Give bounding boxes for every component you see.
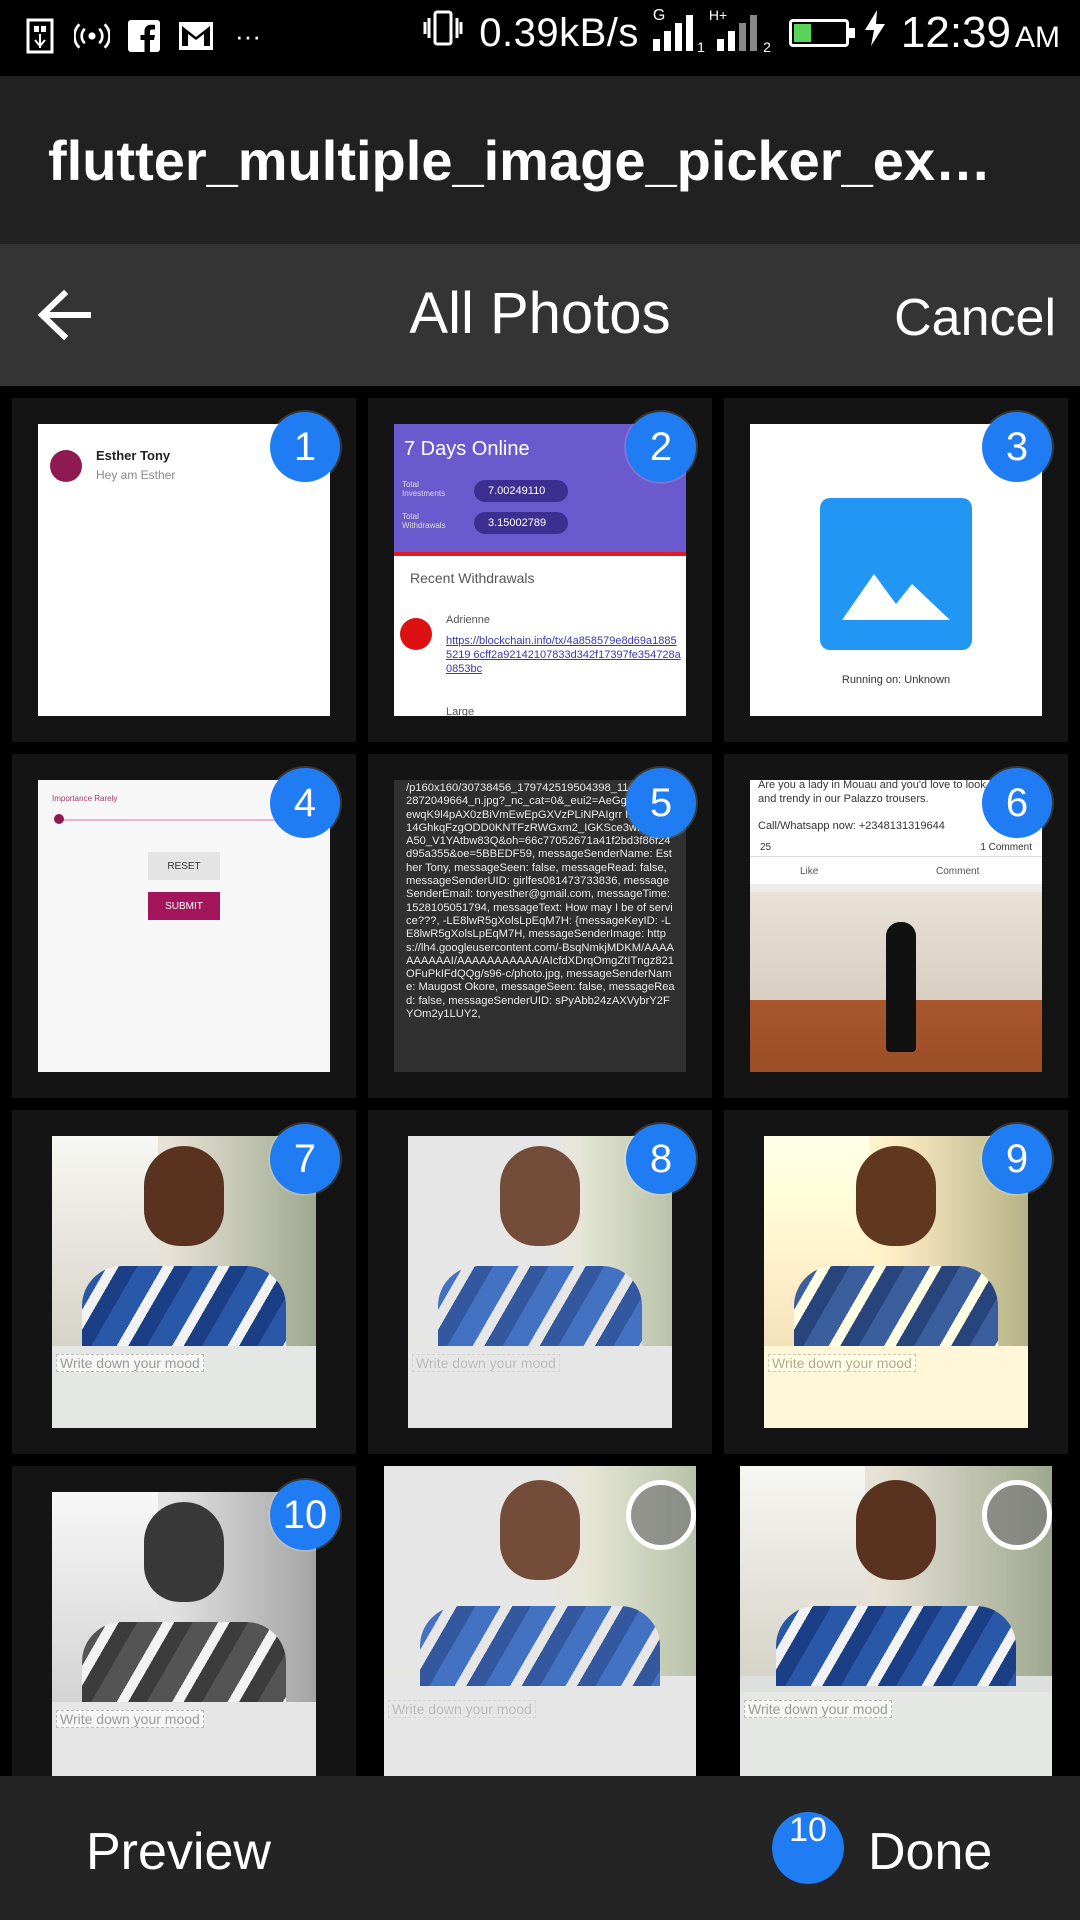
network-speed: 0.39kB/s (479, 10, 639, 55)
reset-button: RESET (148, 852, 220, 880)
slider-knob (54, 814, 64, 824)
picker-header: All Photos Cancel (0, 244, 1080, 386)
vibrate-icon (421, 8, 465, 58)
signal-icon: H+ 2 (709, 7, 771, 55)
charging-icon (863, 8, 887, 58)
mood-placeholder: Write down your mood (56, 1710, 204, 1728)
investments-value: 7.00249110 (474, 480, 568, 502)
running-on-text: Running on: Unknown (841, 674, 951, 686)
slider-label: Importance Rarely (52, 794, 118, 803)
mood-placeholder: Write down your mood (412, 1354, 560, 1372)
withdrawal-name: Large (446, 706, 475, 716)
like-button: Like (800, 866, 819, 877)
selection-badge[interactable]: 3 (982, 412, 1052, 482)
status-bar: ··· 0.39kB/s G 1 H+ 2 12:39 AM (0, 0, 1080, 76)
signal-icon: G 1 (652, 7, 705, 55)
photo-cell-10[interactable]: Write down your mood 10 (12, 1466, 356, 1776)
chat-message: Hey am Esther (96, 468, 176, 482)
battery-icon (788, 19, 855, 47)
person (886, 922, 916, 1052)
dashboard-title: 7 Days Online (404, 438, 530, 460)
recent-withdrawals: Recent Withdrawals (410, 570, 535, 586)
facebook-icon (126, 18, 162, 54)
comment-count: 1 Comment (980, 842, 1032, 853)
hotspot-icon (74, 18, 110, 54)
photo-cell-9[interactable]: Write down your mood 9 (724, 1110, 1068, 1454)
photo-cell-4[interactable]: Importance Rarely RESET SUBMIT 4 (12, 754, 356, 1098)
mood-placeholder: Write down your mood (744, 1700, 892, 1718)
usb-icon (22, 18, 58, 54)
photo-cell-1[interactable]: Esther Tony Hey am Esther 1 (12, 398, 356, 742)
photo-cell-5[interactable]: /p160x160/30738456_179742519504398_11480… (368, 754, 712, 1098)
app-bar: flutter_multiple_image_picker_example (0, 76, 1080, 244)
preview-button[interactable]: Preview (86, 1822, 271, 1882)
network-type-label: G (652, 7, 666, 24)
mood-placeholder: Write down your mood (388, 1700, 536, 1718)
image-placeholder-icon (820, 498, 972, 650)
withdrawal-icon (400, 618, 432, 650)
selection-badge[interactable]: 8 (626, 1124, 696, 1194)
selection-badge[interactable]: 4 (270, 768, 340, 838)
divider (750, 884, 1042, 892)
photo-grid[interactable]: Esther Tony Hey am Esther 1 7 Days Onlin… (0, 386, 1080, 1776)
system-status: 0.39kB/s G 1 H+ 2 12:39 AM (421, 7, 1060, 58)
sim-slot-label: 1 (697, 39, 705, 55)
selection-badge[interactable]: 7 (270, 1124, 340, 1194)
selection-circle[interactable] (982, 1480, 1052, 1550)
selection-badge[interactable]: 5 (626, 768, 696, 838)
selection-badge[interactable]: 9 (982, 1124, 1052, 1194)
avatar (50, 450, 82, 482)
selection-badge[interactable]: 10 (270, 1480, 340, 1550)
cancel-button[interactable]: Cancel (894, 288, 1056, 348)
withdrawals-label: Total Withdrawals (402, 512, 446, 530)
investments-label: Total Investments (402, 480, 446, 498)
clock-ampm: AM (1015, 21, 1060, 54)
photo-cell-6[interactable]: Are you a lady in Mouau and you'd love t… (724, 754, 1068, 1098)
mood-placeholder: Write down your mood (56, 1354, 204, 1372)
post-photo (750, 892, 1042, 1072)
submit-button: SUBMIT (148, 892, 220, 920)
selection-circle[interactable] (626, 1480, 696, 1550)
clock: 12:39 AM (901, 8, 1060, 58)
chat-name: Esther Tony (96, 448, 171, 463)
more-icon: ··· (235, 20, 261, 51)
selection-badge[interactable]: 2 (626, 412, 696, 482)
photo-cell-3[interactable]: Running on: Unknown 3 (724, 398, 1068, 742)
photo-cell-11[interactable]: Write down your mood (368, 1466, 712, 1776)
photo-cell-7[interactable]: Write down your mood 7 (12, 1110, 356, 1454)
withdrawal-name: Adrienne (446, 614, 491, 626)
withdrawals-value: 3.15002789 (474, 512, 568, 534)
selection-badge[interactable]: 1 (270, 412, 340, 482)
bottom-bar: Preview 10 Done (0, 1776, 1080, 1920)
done-button[interactable]: Done (868, 1822, 992, 1882)
selection-badge[interactable]: 6 (982, 768, 1052, 838)
like-count: 25 (760, 842, 772, 853)
divider (394, 552, 686, 556)
tx-link: https://blockchain.info/tx/4a858579e8d69… (446, 635, 681, 675)
sim-slot-label: 2 (763, 39, 771, 55)
divider (750, 856, 1042, 857)
photo-cell-12[interactable]: Write down your mood (724, 1466, 1068, 1776)
comment-button: Comment (936, 866, 980, 877)
photo-cell-8[interactable]: Write down your mood 8 (368, 1110, 712, 1454)
notification-icons: ··· (22, 18, 266, 54)
selected-count-badge: 10 (772, 1812, 844, 1884)
gmail-icon (178, 18, 214, 54)
app-title: flutter_multiple_image_picker_example (48, 129, 1008, 192)
network-type-label: H+ (708, 7, 728, 23)
photo-cell-2[interactable]: 7 Days Online Total Investments 7.002491… (368, 398, 712, 742)
clock-time: 12:39 (900, 8, 1011, 57)
mood-placeholder: Write down your mood (768, 1354, 916, 1372)
post-contact: Call/Whatsapp now: +2348131319644 (758, 820, 945, 832)
